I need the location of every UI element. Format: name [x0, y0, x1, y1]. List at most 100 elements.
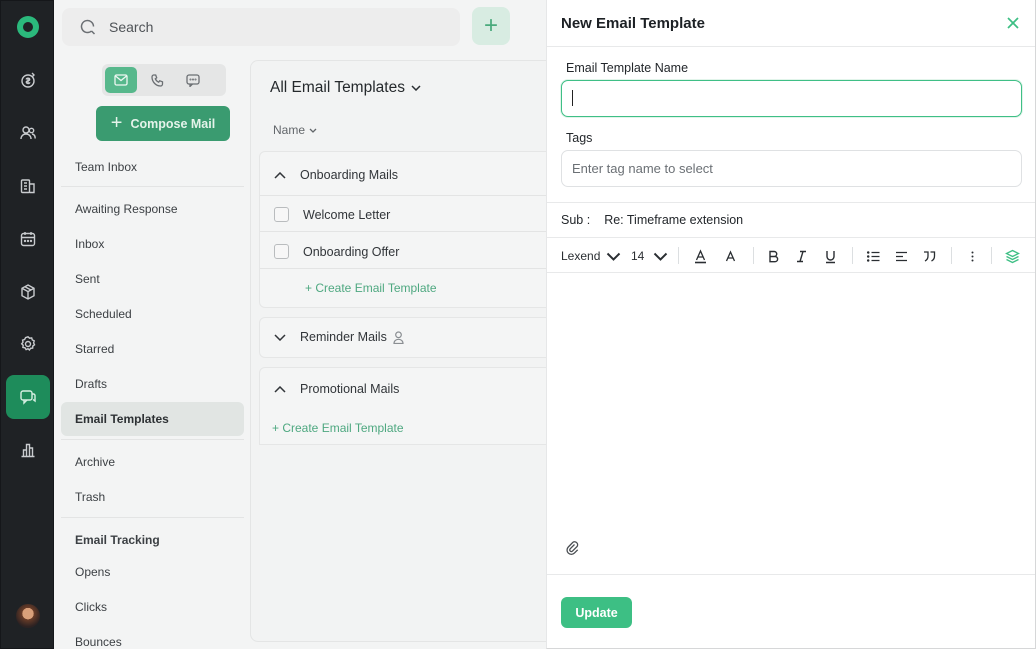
- templates-filter-dropdown[interactable]: All Email Templates: [270, 79, 421, 97]
- new-email-template-panel: New Email Template Email Template Name T…: [546, 0, 1036, 649]
- panel-title: New Email Template: [561, 15, 705, 32]
- name-column-label: Name: [273, 123, 306, 137]
- highlight-color-icon[interactable]: [723, 247, 738, 265]
- group-name: Onboarding Mails: [300, 168, 398, 182]
- compose-mail-button[interactable]: + Compose Mail: [96, 106, 230, 141]
- channel-chat-tab[interactable]: [177, 67, 209, 93]
- divider: [951, 247, 952, 264]
- mail-icon: [114, 74, 128, 86]
- more-options-icon[interactable]: [965, 247, 980, 265]
- template-name-label: Email Template Name: [566, 61, 689, 75]
- nav-team-inbox[interactable]: Team Inbox: [75, 160, 137, 174]
- chevron-down-icon: [274, 333, 286, 341]
- create-template-link[interactable]: + Create Email Template: [272, 421, 404, 435]
- create-template-link[interactable]: + Create Email Template: [305, 281, 437, 295]
- nav-clicks[interactable]: Clicks: [75, 600, 107, 614]
- settings-gear-icon[interactable]: [10, 326, 46, 362]
- divider: [678, 247, 679, 264]
- font-family-select[interactable]: Lexend: [561, 247, 621, 265]
- nav-sent[interactable]: Sent: [75, 272, 100, 286]
- search-bar[interactable]: Search: [62, 8, 460, 46]
- contacts-icon[interactable]: [10, 115, 46, 151]
- group-header[interactable]: Onboarding Mails: [274, 168, 398, 182]
- channel-email-tab[interactable]: [105, 67, 137, 93]
- subject-label: Sub :: [561, 213, 591, 227]
- group-header[interactable]: Promotional Mails: [274, 382, 399, 396]
- template-group-reminder: Reminder Mails: [259, 317, 557, 358]
- group-name: Reminder Mails: [300, 330, 387, 344]
- nav-scheduled[interactable]: Scheduled: [75, 307, 132, 321]
- mail-sidebar: + Compose Mail Team Inbox Awaiting Respo…: [54, 56, 250, 649]
- nav-inbox[interactable]: Inbox: [75, 237, 104, 251]
- tags-input[interactable]: [561, 150, 1022, 187]
- row-checkbox[interactable]: [274, 244, 289, 259]
- plus-icon: +: [110, 112, 123, 134]
- text-color-icon[interactable]: [693, 247, 708, 265]
- calendar-icon[interactable]: [10, 221, 46, 257]
- nav-email-tracking-heading: Email Tracking: [75, 533, 160, 547]
- reports-chart-icon[interactable]: [10, 432, 46, 468]
- row-checkbox[interactable]: [274, 207, 289, 222]
- templates-panel: All Email Templates Name Onboarding Mail…: [250, 60, 560, 642]
- chevron-up-icon: [274, 171, 286, 179]
- panel-footer: Update: [547, 574, 1035, 648]
- nav-bounces[interactable]: Bounces: [75, 635, 122, 649]
- phone-icon: [150, 73, 163, 87]
- divider: [991, 247, 992, 264]
- divider: [260, 268, 558, 269]
- quote-icon[interactable]: [922, 247, 937, 265]
- templates-title: All Email Templates: [270, 79, 405, 96]
- italic-icon[interactable]: [794, 247, 809, 265]
- align-left-icon[interactable]: [894, 247, 909, 265]
- bullet-list-icon[interactable]: [866, 247, 881, 265]
- subject-value: Re: Timeframe extension: [604, 213, 744, 227]
- divider: [61, 517, 244, 518]
- bold-icon[interactable]: [766, 247, 781, 265]
- divider: [753, 247, 754, 264]
- group-header[interactable]: Reminder Mails: [274, 330, 404, 344]
- divider: [61, 439, 244, 440]
- nav-drafts[interactable]: Drafts: [75, 377, 107, 391]
- nav-archive[interactable]: Archive: [75, 455, 115, 469]
- close-icon[interactable]: [1004, 14, 1022, 32]
- app-logo: [17, 16, 39, 38]
- user-icon: [393, 330, 404, 344]
- underline-icon[interactable]: [823, 247, 838, 265]
- nav-awaiting-response[interactable]: Awaiting Response: [75, 202, 178, 216]
- template-row[interactable]: Onboarding Offer: [274, 244, 399, 259]
- template-name: Onboarding Offer: [303, 244, 400, 259]
- left-rail: [0, 0, 54, 649]
- nav-trash[interactable]: Trash: [75, 490, 105, 504]
- font-size-select[interactable]: 14: [631, 247, 668, 265]
- divider: [260, 195, 558, 196]
- chevron-down-icon: [654, 252, 668, 261]
- template-row[interactable]: Welcome Letter: [274, 207, 390, 222]
- chat-icon: [186, 73, 200, 87]
- font-family-value: Lexend: [561, 249, 601, 263]
- divider: [852, 247, 853, 264]
- update-button[interactable]: Update: [561, 597, 632, 628]
- companies-icon[interactable]: [10, 168, 46, 204]
- nav-email-templates[interactable]: Email Templates: [61, 402, 244, 436]
- name-column-header[interactable]: Name: [273, 123, 317, 137]
- chevron-down-icon: [411, 85, 421, 91]
- attachment-icon[interactable]: [565, 540, 581, 556]
- layers-icon[interactable]: [1005, 247, 1020, 265]
- template-name: Welcome Letter: [303, 207, 391, 222]
- products-icon[interactable]: [10, 274, 46, 310]
- nav-opens[interactable]: Opens: [75, 565, 110, 579]
- text-cursor: [572, 90, 573, 106]
- font-size-value: 14: [631, 249, 645, 263]
- add-button[interactable]: +: [472, 7, 510, 45]
- template-name-input[interactable]: [561, 80, 1022, 117]
- nav-starred[interactable]: Starred: [75, 342, 114, 356]
- email-body-editor[interactable]: [547, 273, 1035, 573]
- group-name: Promotional Mails: [300, 382, 400, 396]
- subject-row[interactable]: Sub : Re: Timeframe extension: [547, 202, 1035, 238]
- chevron-up-icon: [274, 385, 286, 393]
- panel-header: New Email Template: [547, 0, 1035, 47]
- user-avatar[interactable]: [16, 604, 40, 628]
- conversations-icon[interactable]: [6, 375, 50, 419]
- channel-phone-tab[interactable]: [141, 67, 173, 93]
- deals-icon[interactable]: [10, 62, 46, 98]
